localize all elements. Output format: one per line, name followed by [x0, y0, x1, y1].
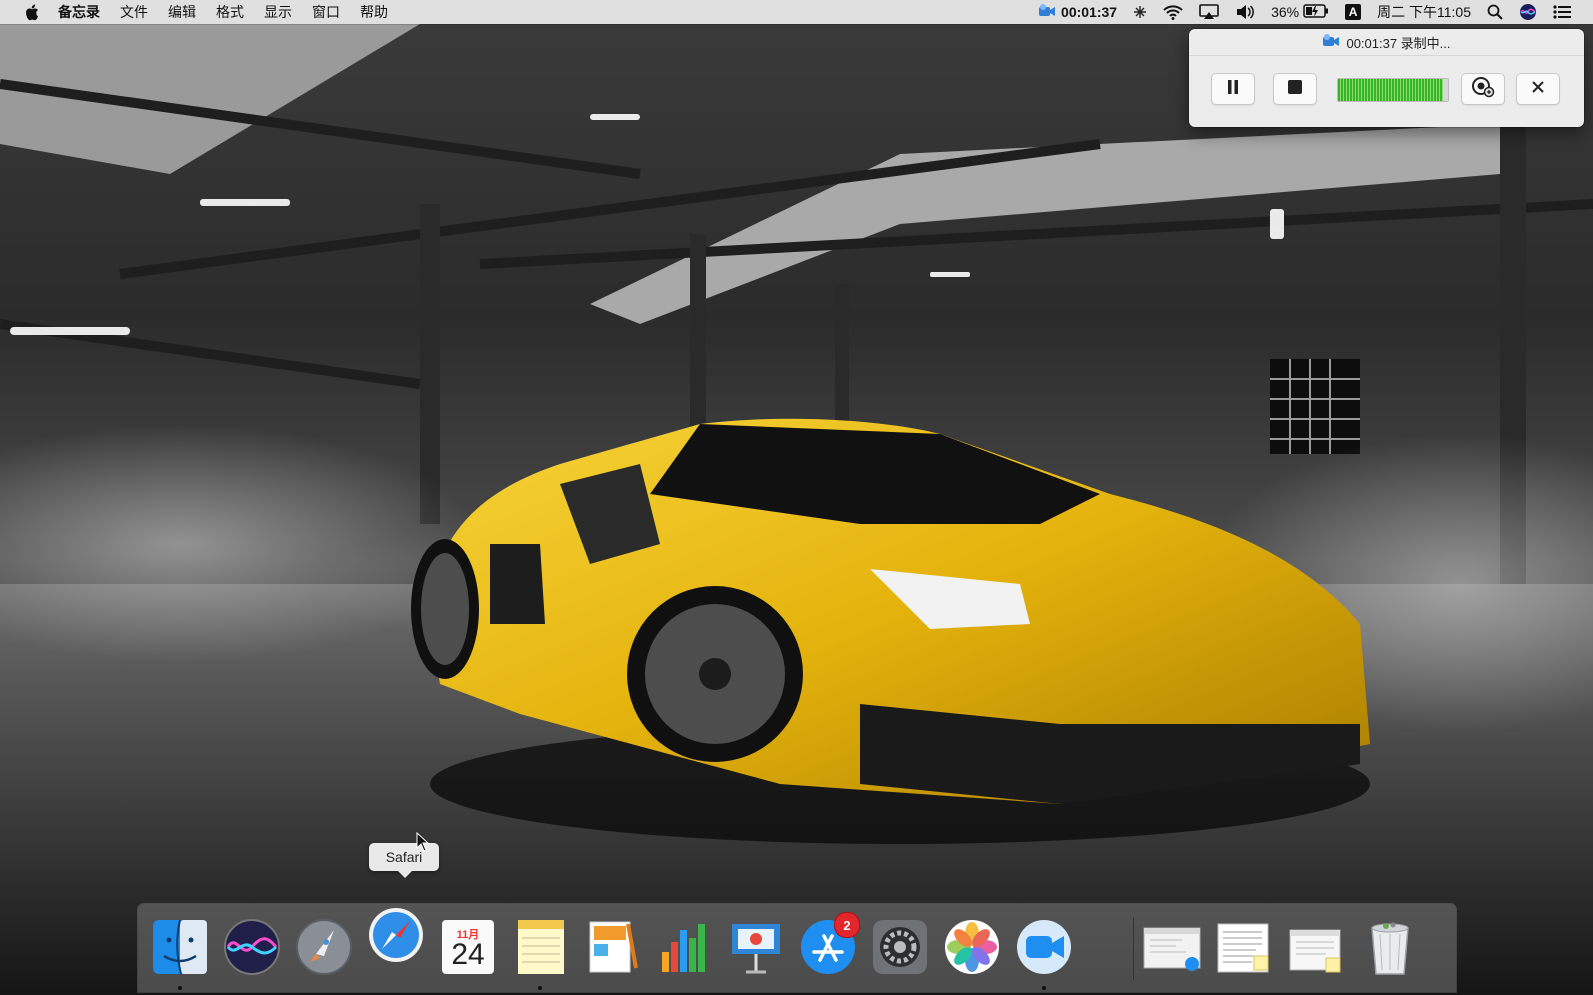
- close-icon: [1531, 80, 1545, 99]
- dock-launchpad[interactable]: [294, 916, 354, 978]
- menu-app-name[interactable]: 备忘录: [46, 0, 110, 24]
- dock-photos[interactable]: [942, 916, 1002, 978]
- dock-pages[interactable]: [582, 916, 642, 978]
- notification-center-icon[interactable]: [1545, 0, 1579, 24]
- desktop-wallpaper: [0, 24, 1593, 995]
- dock-stack-recent-window[interactable]: [1142, 916, 1202, 978]
- battery-charging-icon: [1303, 3, 1329, 21]
- dock-system-preferences[interactable]: [870, 916, 930, 978]
- dock-app-store[interactable]: 2: [798, 912, 860, 978]
- menu-format[interactable]: 格式: [206, 0, 254, 24]
- input-method[interactable]: A: [1337, 0, 1369, 24]
- menu-window[interactable]: 窗口: [302, 0, 350, 24]
- dock-calendar[interactable]: 11月 24: [438, 916, 498, 978]
- siri-icon: [224, 919, 280, 975]
- window-thumbnail-icon: [1143, 927, 1201, 971]
- calendar-day: 24: [451, 938, 485, 971]
- recording-time: 00:01:37: [1061, 4, 1118, 20]
- dock-numbers[interactable]: [654, 916, 714, 978]
- wifi-icon[interactable]: [1155, 0, 1191, 24]
- dock-trash[interactable]: [1360, 916, 1420, 978]
- menu-help[interactable]: 帮助: [350, 0, 398, 24]
- document-stack-icon: [1217, 923, 1269, 973]
- recording-camera-icon: [1038, 3, 1056, 21]
- screen-recorder-panel: 00:01:37 录制中...: [1189, 29, 1584, 127]
- running-indicator: [1042, 986, 1046, 990]
- running-indicator: [538, 986, 542, 990]
- pause-icon: [1226, 79, 1240, 100]
- dock-notes[interactable]: [510, 916, 570, 990]
- stop-button[interactable]: [1273, 73, 1317, 105]
- dock: 11月 24 2: [138, 904, 1456, 992]
- dock-siri[interactable]: [222, 916, 282, 978]
- clock[interactable]: 周二 下午11:05: [1369, 0, 1479, 24]
- dock-finder[interactable]: [150, 916, 210, 990]
- audio-level-fill: [1338, 79, 1443, 101]
- network-sync-icon[interactable]: [1125, 0, 1155, 24]
- notes-icon: [518, 920, 564, 974]
- downloads-stack-icon: [1289, 929, 1341, 973]
- battery-percent: 36%: [1271, 4, 1300, 20]
- recorder-title: 00:01:37 录制中...: [1346, 35, 1451, 51]
- recorder-camera-icon: [1322, 33, 1340, 51]
- running-indicator: [178, 986, 182, 990]
- photos-icon: [945, 920, 999, 974]
- menu-file[interactable]: 文件: [110, 0, 158, 24]
- input-method-icon: A: [1345, 4, 1362, 20]
- webcam-icon: [1471, 76, 1495, 103]
- wallpaper-image: [0, 24, 1593, 995]
- stop-icon: [1287, 79, 1303, 100]
- audio-level-meter: [1337, 78, 1449, 102]
- dock-screen-recorder[interactable]: [1014, 916, 1074, 990]
- airplay-icon[interactable]: [1191, 0, 1227, 24]
- menu-view[interactable]: 显示: [254, 0, 302, 24]
- siri-menu-icon[interactable]: [1511, 0, 1545, 24]
- trash-icon: [1371, 922, 1409, 975]
- pause-button[interactable]: [1211, 73, 1255, 105]
- dock-stack-downloads[interactable]: [1286, 916, 1346, 978]
- dock-stack-documents[interactable]: [1214, 916, 1274, 978]
- keynote-icon: [732, 924, 780, 974]
- battery-status[interactable]: 36%: [1263, 0, 1337, 24]
- volume-icon[interactable]: [1227, 0, 1263, 24]
- app-store-update-badge: 2: [834, 912, 860, 938]
- menu-edit[interactable]: 编辑: [158, 0, 206, 24]
- dock-safari[interactable]: [366, 904, 426, 966]
- pages-icon: [589, 921, 638, 973]
- numbers-icon: [662, 924, 705, 972]
- webcam-toggle-button[interactable]: [1461, 73, 1505, 105]
- launchpad-icon: [296, 919, 352, 975]
- mouse-cursor-icon: [416, 831, 430, 857]
- close-recorder-button[interactable]: [1516, 73, 1560, 105]
- system-preferences-icon: [873, 920, 927, 974]
- facetime-recorder-icon: [1017, 920, 1071, 974]
- finder-icon: [153, 919, 207, 975]
- dock-separator: [1133, 918, 1134, 980]
- safari-icon: [369, 908, 423, 962]
- apple-icon[interactable]: [18, 4, 46, 21]
- recording-status[interactable]: 00:01:37: [1030, 0, 1125, 24]
- menu-bar: 备忘录 文件 编辑 格式 显示 窗口 帮助 00:01:37 36% A 周二 …: [0, 0, 1593, 24]
- spotlight-search-icon[interactable]: [1479, 0, 1511, 24]
- recorder-title-bar[interactable]: 00:01:37 录制中...: [1189, 29, 1584, 56]
- dock-keynote[interactable]: [726, 916, 786, 978]
